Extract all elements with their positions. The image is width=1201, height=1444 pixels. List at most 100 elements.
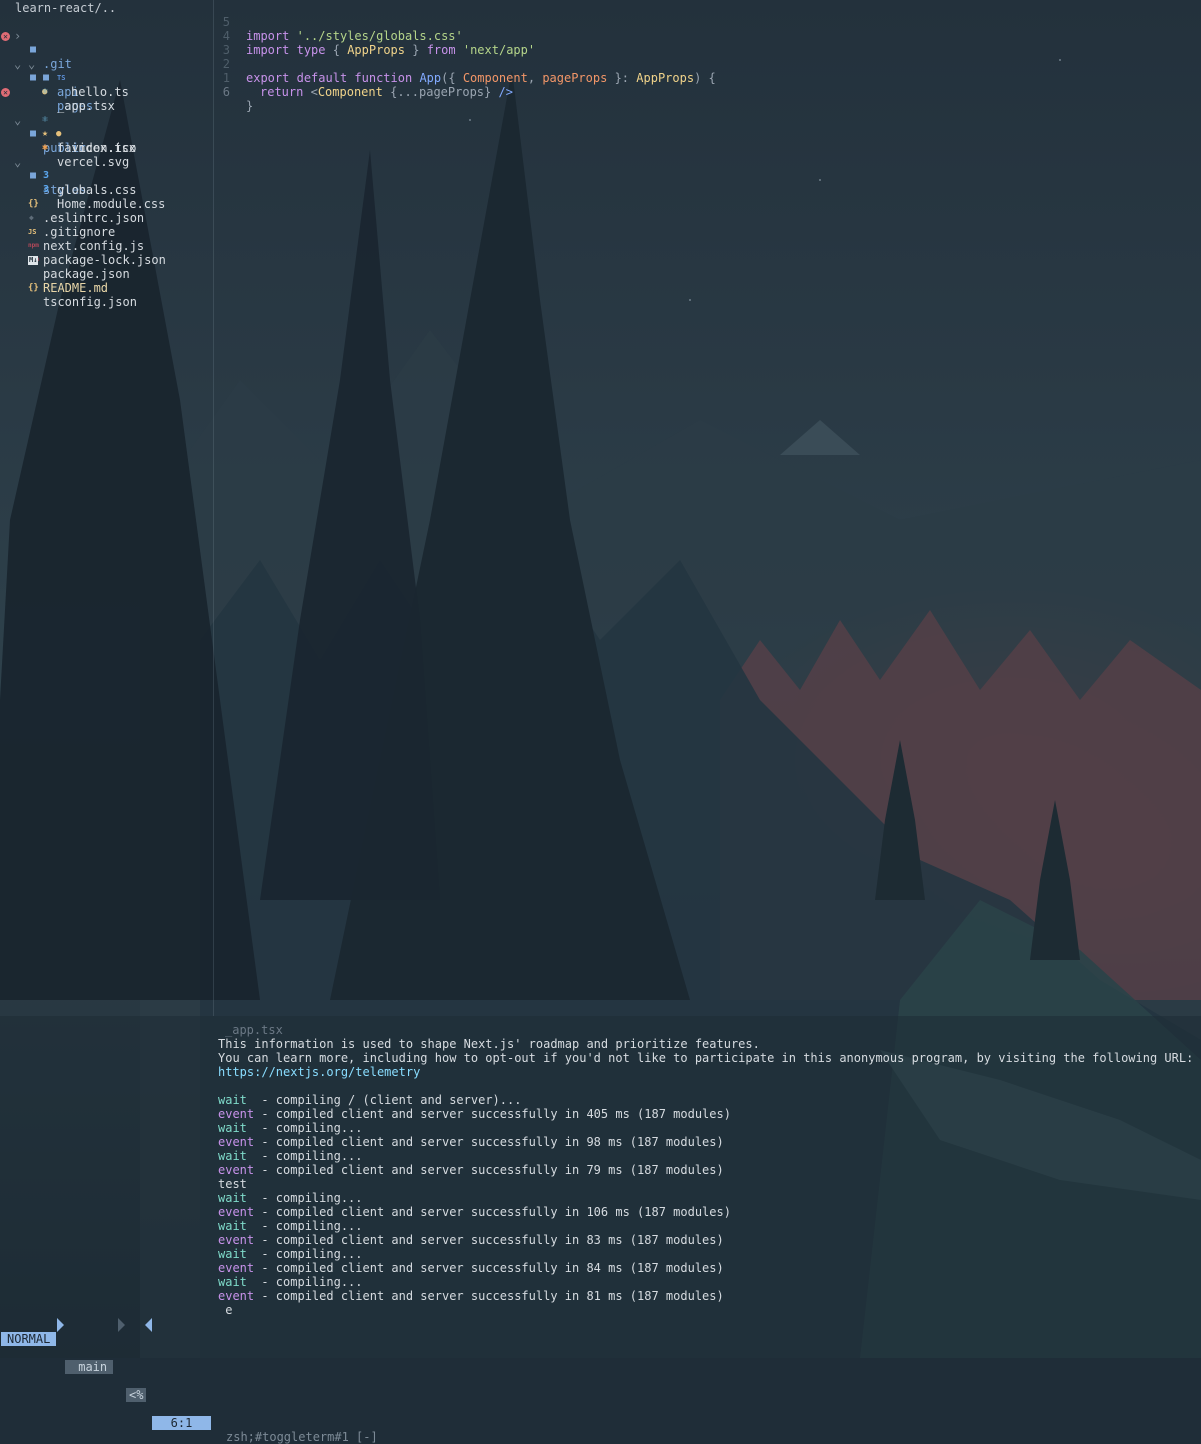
tree-item-readme[interactable]: M↓ README.md <box>0 253 210 295</box>
log-message: - compiled client and server successfull… <box>254 1163 724 1177</box>
tree-item-api[interactable]: ⌄ ■ api <box>0 43 210 99</box>
telemetry-link[interactable]: https://nextjs.org/telemetry <box>218 1065 420 1079</box>
modified-indicator: <% <box>126 1388 147 1402</box>
wait-tag: wait <box>218 1121 247 1135</box>
log-message: - compiling... <box>246 1275 363 1289</box>
closing-brace: } <box>246 99 254 113</box>
log-message: - compiling... <box>246 1149 363 1163</box>
wait-tag: wait <box>218 1275 247 1289</box>
tree-item-index-tsx[interactable]: ✕ ⚛ ● index.tsx <box>0 85 210 155</box>
keyword-return: return <box>260 85 304 99</box>
tree-item-eslintrc[interactable]: {} .eslintrc.json <box>0 183 210 225</box>
tree-item-favicon[interactable]: ★ favicon.ico <box>0 113 210 155</box>
log-message: - compiling... <box>246 1247 363 1261</box>
log-message: - compiled client and server successfull… <box>254 1261 724 1275</box>
tree-item-package-json[interactable]: npm package.json <box>0 239 210 281</box>
markdown-icon: M↓ <box>28 256 39 265</box>
string-literal: 'next/app' <box>462 43 536 57</box>
keyword-import: import <box>246 29 290 43</box>
event-tag: event <box>218 1233 255 1247</box>
tree-item-globals-css[interactable]: 3 globals.css <box>0 155 210 197</box>
terminal-log-line: event - compiled client and server succe… <box>218 1163 724 1177</box>
wait-tag: wait <box>218 1093 247 1107</box>
log-message: - compiled client and server successfull… <box>254 1289 724 1303</box>
terminal-log-line: event - compiled client and server succe… <box>218 1261 724 1275</box>
terminal-info-line: You can learn more, including how to opt… <box>218 1051 1194 1065</box>
wait-tag: wait <box>218 1219 247 1233</box>
event-tag: event <box>218 1289 255 1303</box>
separator-arrow-icon <box>118 1318 125 1332</box>
terminal-log-line: event - compiled client and server succe… <box>218 1205 731 1219</box>
brace-close: } <box>412 43 420 57</box>
punctuation: }: <box>614 71 630 85</box>
parameter: pageProps <box>542 71 608 85</box>
tree-item-tsconfig[interactable]: {} tsconfig.json <box>0 267 210 309</box>
jsx-component: Component <box>317 85 383 99</box>
log-message: - compiling... <box>246 1121 363 1135</box>
terminal-log-line: wait - compiling... <box>218 1149 363 1163</box>
tree-item-vercel-svg[interactable]: ✱ vercel.svg <box>0 127 210 169</box>
log-message: - compiled client and server successfull… <box>254 1107 731 1121</box>
event-tag: event <box>218 1163 255 1177</box>
terminal-buffer-name: zsh;#toggleterm#1 [-] <box>226 1430 378 1444</box>
wait-tag: wait <box>218 1191 247 1205</box>
brace-open: { <box>332 43 340 57</box>
terminal-log-line: event - compiled client and server succe… <box>218 1233 724 1247</box>
jsx-spread: {...pageProps} <box>390 85 492 99</box>
editor-line-6: 6 } <box>216 71 253 113</box>
terminal-log-line: wait - compiling... <box>218 1191 363 1205</box>
cursor-position: 6:1 <box>152 1416 211 1430</box>
window-split-divider[interactable] <box>213 0 214 1016</box>
editor-line-1: 5 import '../styles/globals.css' <box>216 1 463 43</box>
status-line: NORMAL main <% 6:1 zsh;#toggleterm#1 [-] <box>0 1318 1201 1444</box>
tree-item-app-tsx[interactable]: ⚛ _app.tsx <box>0 71 210 113</box>
keyword-export: export <box>246 71 290 85</box>
git-branch: main <box>65 1360 114 1374</box>
log-message: - compiling / (client and server)... <box>246 1093 522 1107</box>
log-message: - compiling... <box>246 1219 363 1233</box>
terminal-file-label: _app.tsx <box>225 1023 283 1037</box>
type-name: AppProps <box>347 43 405 57</box>
editor-line-4: 2 export default function App({ Componen… <box>216 43 716 85</box>
terminal-log-line: wait - compiling / (client and server)..… <box>218 1093 521 1107</box>
log-message: - compiled client and server successfull… <box>254 1205 731 1219</box>
terminal-log-line: wait - compiling... <box>218 1219 363 1233</box>
mode-indicator: NORMAL <box>1 1332 57 1346</box>
tree-item-pages[interactable]: ✕ ⌄ ■ ● pages <box>0 29 210 113</box>
event-tag: event <box>218 1261 255 1275</box>
terminal-log-line: event - compiled client and server succe… <box>218 1135 724 1149</box>
tree-item-public[interactable]: ⌄ ■ public <box>0 99 210 155</box>
tree-item-next-config[interactable]: JS next.config.js <box>0 211 210 253</box>
editor-line-3: 3 <box>216 29 245 57</box>
tree-item-hello-ts[interactable]: TS hello.ts <box>0 57 210 99</box>
event-tag: event <box>218 1205 255 1219</box>
keyword-function: function <box>354 71 413 85</box>
error-icon: ✕ <box>1 32 10 41</box>
type-name: AppProps <box>636 71 695 85</box>
terminal-log-line: test <box>218 1177 247 1191</box>
tree-item-package-lock[interactable]: npm package-lock.json <box>0 225 210 267</box>
event-tag: event <box>218 1107 255 1121</box>
terminal-prompt-line[interactable]: e <box>218 1303 232 1317</box>
terminal-log-line: wait - compiling... <box>218 1247 363 1261</box>
log-message: test <box>218 1177 247 1191</box>
wait-tag: wait <box>218 1247 247 1261</box>
json-icon: {} <box>28 283 39 293</box>
explorer-root-path: learn-react/.. <box>15 1 117 15</box>
terminal-log-line: event - compiled client and server succe… <box>218 1289 724 1303</box>
keyword-import: import <box>246 43 290 57</box>
tree-item-gitignore[interactable]: ◆ .gitignore <box>0 197 210 239</box>
tree-item-git[interactable]: › ■ .git <box>0 15 210 71</box>
jsx-bracket: < <box>310 85 318 99</box>
tree-item-styles[interactable]: ⌄ ■ styles <box>0 141 210 197</box>
tree-item-home-module-css[interactable]: 3 Home.module.css <box>0 169 210 211</box>
tree-item-label: README.md <box>43 281 109 295</box>
separator-arrow-icon <box>57 1318 64 1332</box>
terminal-info-line: This information is used to shape Next.j… <box>218 1037 760 1051</box>
log-message: - compiled client and server successfull… <box>254 1233 724 1247</box>
keyword-from: from <box>426 43 456 57</box>
editor-line-2: 4 import type { AppProps } from 'next/ap… <box>216 15 535 57</box>
punctuation: ) { <box>694 71 716 85</box>
function-name: App <box>419 71 442 85</box>
parameter: Component <box>462 71 528 85</box>
